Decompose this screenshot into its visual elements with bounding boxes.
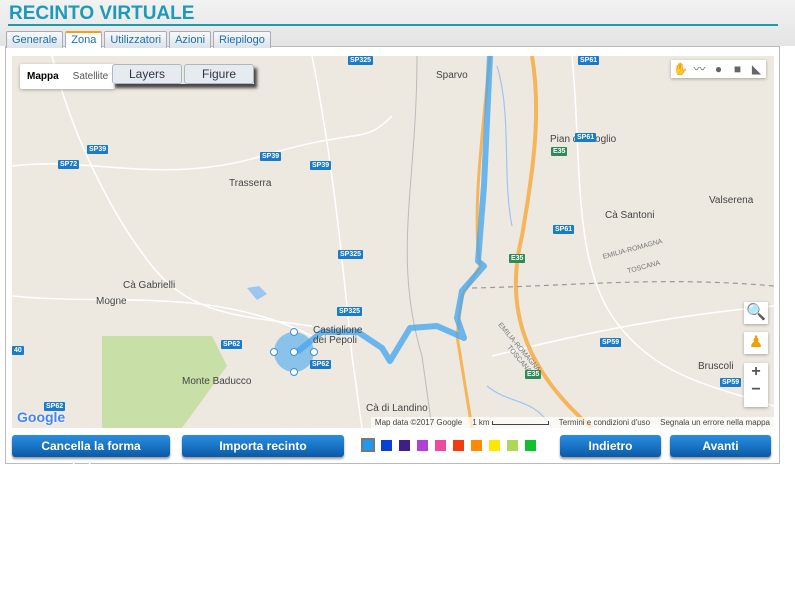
place-label: Cà Santoni	[605, 210, 655, 221]
road-shield: SP61	[578, 56, 600, 65]
circle-icon[interactable]: ●	[709, 60, 728, 78]
road-shield: SP39	[310, 161, 332, 170]
pegman-icon: ♟	[748, 334, 764, 351]
panel-toggles: Layers Figure	[112, 64, 254, 84]
place-label: Sparvo	[436, 70, 468, 81]
color-swatch[interactable]	[361, 438, 375, 452]
place-label: Valserena	[709, 195, 754, 206]
road-shield: SP59	[600, 338, 622, 347]
magnifier-icon: 🔍	[746, 304, 766, 321]
zoom-search-button[interactable]: 🔍	[744, 302, 768, 324]
back-button[interactable]: Indietro	[560, 435, 661, 457]
map-type-satellite[interactable]: Satellite	[66, 64, 116, 89]
road-shield: SP325	[338, 250, 364, 259]
drawing-toolbar: ✋ 〰 ● ■ ◣	[671, 60, 766, 78]
next-button[interactable]: Avanti	[670, 435, 771, 457]
place-label: Castiglione dei Pepoli	[313, 325, 363, 346]
tab-azioni[interactable]: Azioni	[169, 31, 212, 48]
page-title: RECINTO VIRTUALE	[9, 3, 195, 24]
import-fence-button[interactable]: Importa recinto	[182, 435, 344, 457]
road-shield: SP61	[575, 133, 597, 142]
color-swatch[interactable]	[453, 440, 464, 451]
map-type-control: Mappa Satellite	[20, 64, 116, 89]
place-label: Monte Baducco	[182, 376, 252, 387]
color-swatch[interactable]	[399, 440, 410, 451]
place-label: Cà di Landino	[366, 403, 428, 414]
hand-icon[interactable]: ✋	[671, 60, 690, 78]
road-shield: SP62	[310, 360, 332, 369]
zoom-control: + −	[744, 363, 768, 407]
google-logo: Google	[17, 409, 66, 425]
figure-button[interactable]: Figure	[184, 64, 254, 84]
rectangle-icon[interactable]: ■	[728, 60, 747, 78]
place-label: Cà Gabrielli	[123, 280, 176, 291]
tab-riepilogo[interactable]: Riepilogo	[213, 31, 271, 48]
map[interactable]: SparvoTrasserraPian del VoglioCà Santoni…	[12, 56, 774, 428]
street-view-pegman[interactable]: ♟	[744, 332, 768, 354]
road-shield: SP62	[221, 340, 243, 349]
road-shield: E35	[509, 254, 526, 263]
scale-bar: 1 km	[472, 418, 549, 427]
lake	[247, 286, 267, 300]
color-swatch[interactable]	[471, 440, 482, 451]
map-attribution: Map data ©2017 Google 1 km Termini e con…	[370, 417, 774, 428]
tab-zona[interactable]: Zona	[65, 31, 103, 48]
map-data-text: Map data ©2017 Google	[374, 418, 463, 427]
color-swatch[interactable]	[417, 440, 428, 451]
road-shield: E35	[525, 370, 542, 379]
terms-link[interactable]: Termini e condizioni d'uso	[559, 418, 650, 427]
color-swatch[interactable]	[435, 440, 446, 451]
road-shield: SP61	[553, 225, 575, 234]
zoom-in-button[interactable]: +	[744, 363, 768, 381]
road-shield: SP39	[87, 145, 109, 154]
place-label: Mogne	[96, 296, 127, 307]
polyline-icon[interactable]: 〰	[690, 60, 709, 78]
road-shield: SP39	[260, 152, 282, 161]
road-shield: SP59	[720, 378, 742, 387]
zoom-out-button[interactable]: −	[744, 381, 768, 399]
tab-generale[interactable]: Generale	[6, 31, 64, 48]
map-type-mappa[interactable]: Mappa	[20, 64, 66, 89]
color-swatch[interactable]	[507, 440, 518, 451]
road-shield: SP72	[58, 160, 80, 169]
report-error-link[interactable]: Segnala un errore nella mappa	[660, 418, 770, 427]
tab-bar: Generale Zona Utilizzatori Azioni Riepilogo	[6, 31, 271, 48]
tab-utilizzatori[interactable]: Utilizzatori	[104, 31, 168, 48]
road-shield: E35	[551, 147, 568, 156]
road-shield: 40	[12, 346, 24, 355]
place-label: Trasserra	[229, 178, 272, 189]
title-divider	[8, 24, 778, 26]
railway	[406, 56, 433, 428]
polygon-icon[interactable]: ◣	[747, 60, 766, 78]
color-swatch[interactable]	[525, 440, 536, 451]
road-shield: SP325	[348, 56, 374, 65]
road-shield: SP325	[337, 307, 363, 316]
place-label: Bruscoli	[698, 361, 734, 372]
color-swatch[interactable]	[489, 440, 500, 451]
layers-button[interactable]: Layers	[112, 64, 182, 84]
delete-shape-button[interactable]: Cancella la forma selezionata	[12, 435, 170, 475]
color-swatch[interactable]	[381, 440, 392, 451]
